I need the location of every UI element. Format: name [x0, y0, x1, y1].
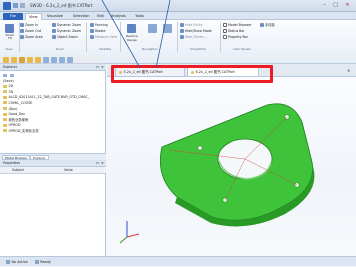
pin-icon[interactable]: ⊓: [96, 160, 99, 167]
tree-item-label: 2D: [8, 84, 14, 89]
tree-item-label: OPROD_实例化业务: [8, 128, 39, 133]
status-bar: No Active Ready: [0, 256, 356, 266]
explorer-tree: (Save) 2D 3D ALCD_02013411_22_TAB_GATE-B…: [0, 71, 106, 153]
3d-model-svg[interactable]: [107, 77, 356, 255]
tree-item-label: Good_Doc: [8, 112, 26, 117]
folder-icon: [3, 129, 7, 133]
tree-item-label: (Save): [3, 78, 14, 83]
properties-header: Properties ⊓ ×: [0, 160, 106, 167]
folder-icon: [3, 118, 7, 122]
tree-item-label: (Doc): [8, 106, 18, 111]
ready-icon: [34, 260, 39, 264]
folder-icon: [3, 90, 7, 94]
folder-icon: [3, 101, 7, 105]
properties-columns: Subject Value: [0, 167, 106, 174]
panel-close-icon[interactable]: ×: [101, 160, 104, 167]
filter-icon[interactable]: [9, 73, 14, 77]
status-icon: [6, 260, 10, 264]
mount-hole: [197, 145, 203, 151]
folder-icon: [3, 107, 7, 111]
axis-x: [126, 233, 140, 238]
folder-icon: [3, 112, 7, 116]
tree-item-label: 3D: [8, 89, 14, 94]
folder-icon: [3, 95, 7, 99]
refresh-icon[interactable]: [3, 73, 7, 77]
status-ready: Ready: [40, 260, 51, 264]
3d-viewport[interactable]: [107, 77, 356, 255]
tree-item-label: COMIL_COOSE: [8, 100, 33, 105]
panel-tabs: Model Browser Explorer: [0, 153, 106, 160]
tree-item-label: 我的业务案例: [8, 117, 29, 122]
status-active: No Active: [11, 260, 28, 264]
tree-item-label: OPROD: [8, 123, 21, 128]
folder-icon: [3, 84, 7, 88]
column-subject: Subject: [12, 168, 24, 172]
folder-icon: [3, 123, 7, 127]
list-item[interactable]: OPROD_实例化业务: [3, 129, 103, 135]
properties-body: [0, 174, 106, 256]
column-value: Value: [64, 168, 73, 172]
axis-z: [119, 236, 128, 244]
callout-lines: [101, 0, 171, 69]
tree-item-label: ALCD_02013411_22_TAB_GATE-BVR_OTD_CMAC_: [8, 95, 90, 100]
properties-title: Properties: [3, 161, 21, 165]
